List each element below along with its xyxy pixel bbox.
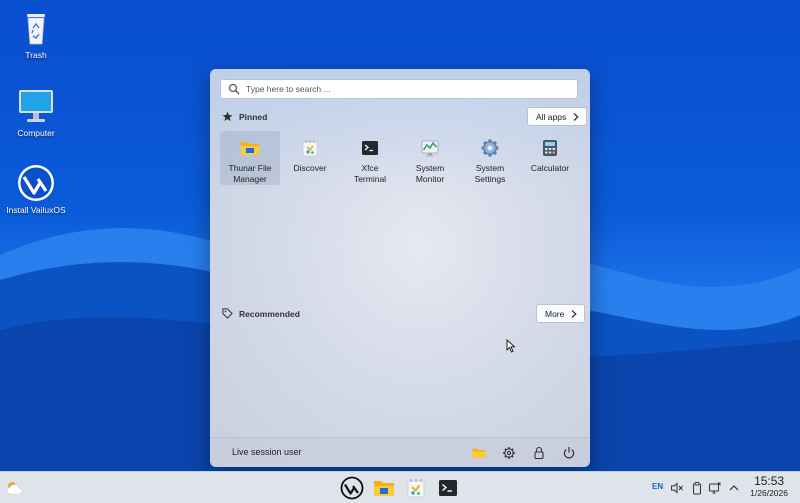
calculator-icon — [543, 140, 557, 156]
user-name[interactable]: Live session user — [232, 447, 302, 457]
search-input[interactable] — [246, 84, 577, 94]
app-label-line2: Terminal — [353, 173, 387, 184]
clock-date: 1/26/2026 — [750, 488, 788, 498]
search-icon — [228, 83, 240, 95]
star-icon — [222, 111, 233, 121]
clock-time: 15:53 — [754, 474, 785, 488]
volume-muted-icon[interactable] — [670, 481, 684, 495]
recommended-header: Recommended — [222, 308, 300, 319]
start-menu: Pinned All apps Thunar File Manager — [210, 69, 590, 467]
desktop-icon-label: Computer — [17, 128, 55, 138]
chevron-right-icon — [571, 309, 578, 318]
chevron-up-icon[interactable] — [728, 481, 740, 495]
vailux-logo-icon — [16, 163, 56, 203]
folder-icon[interactable] — [372, 476, 396, 500]
more-button[interactable]: More — [536, 304, 586, 323]
discover-icon[interactable] — [404, 476, 428, 500]
app-label-line2: Settings — [474, 173, 506, 184]
pinned-app-system-monitor[interactable]: System Monitor — [400, 131, 460, 185]
menu-footer: Live session user — [210, 437, 590, 467]
taskbar: EN 15:53 1/26/2026 — [0, 471, 800, 503]
clock[interactable]: 15:53 1/26/2026 — [750, 475, 788, 499]
tag-icon — [222, 308, 233, 319]
system-monitor-icon — [421, 140, 439, 157]
app-label-line1: Calculator — [530, 163, 570, 173]
weather-icon[interactable] — [4, 478, 24, 498]
all-apps-label: All apps — [536, 111, 567, 122]
more-label: More — [545, 308, 565, 319]
gear-icon — [481, 139, 499, 157]
terminal-icon — [362, 141, 378, 155]
app-label-line1: Xfce — [361, 163, 379, 173]
recommended-label: Recommended — [239, 308, 300, 319]
power-icon[interactable] — [562, 446, 576, 460]
mouse-cursor-icon — [506, 339, 516, 353]
app-label-line2: Manager — [233, 173, 267, 184]
app-label-line1: Thunar File — [228, 163, 272, 173]
pinned-app-system-settings[interactable]: System Settings — [460, 131, 520, 185]
pinned-apps-grid: Thunar File Manager Discover Xfce Termin… — [220, 131, 580, 185]
chevron-right-icon — [573, 112, 579, 121]
all-apps-button[interactable]: All apps — [527, 107, 588, 126]
gear-icon[interactable] — [502, 446, 516, 460]
vailux-logo-icon[interactable] — [340, 476, 364, 500]
desktop-icon-label: Install VailuxOS — [6, 205, 66, 215]
app-label-line2: Monitor — [415, 173, 445, 184]
app-label-line1: Discover — [293, 163, 327, 173]
desktop-icon-label: Trash — [25, 50, 47, 60]
terminal-icon[interactable] — [436, 476, 460, 500]
network-icon[interactable] — [708, 481, 722, 495]
pinned-header: Pinned — [222, 111, 267, 122]
pinned-app-calculator[interactable]: Calculator — [520, 131, 580, 185]
folder-icon[interactable] — [472, 446, 486, 460]
desktop-icon-computer[interactable]: Computer — [0, 86, 72, 138]
keyboard-layout-indicator[interactable]: EN — [652, 482, 663, 491]
pinned-label: Pinned — [239, 111, 268, 122]
app-label-line1: System — [475, 163, 505, 173]
discover-icon — [302, 140, 318, 157]
folder-icon — [241, 142, 259, 155]
lock-icon[interactable] — [532, 446, 546, 460]
pinned-app-thunar[interactable]: Thunar File Manager — [220, 131, 280, 185]
desktop-icon-trash[interactable]: Trash — [0, 8, 72, 60]
trash-icon — [16, 8, 56, 48]
pinned-app-discover[interactable]: Discover — [280, 131, 340, 185]
desktop-icon-install[interactable]: Install VailuxOS — [0, 163, 72, 215]
clipboard-icon[interactable] — [692, 481, 702, 495]
search-box[interactable] — [220, 79, 578, 99]
app-label-line1: System — [415, 163, 445, 173]
computer-icon — [16, 86, 56, 126]
pinned-app-xfce-terminal[interactable]: Xfce Terminal — [340, 131, 400, 185]
